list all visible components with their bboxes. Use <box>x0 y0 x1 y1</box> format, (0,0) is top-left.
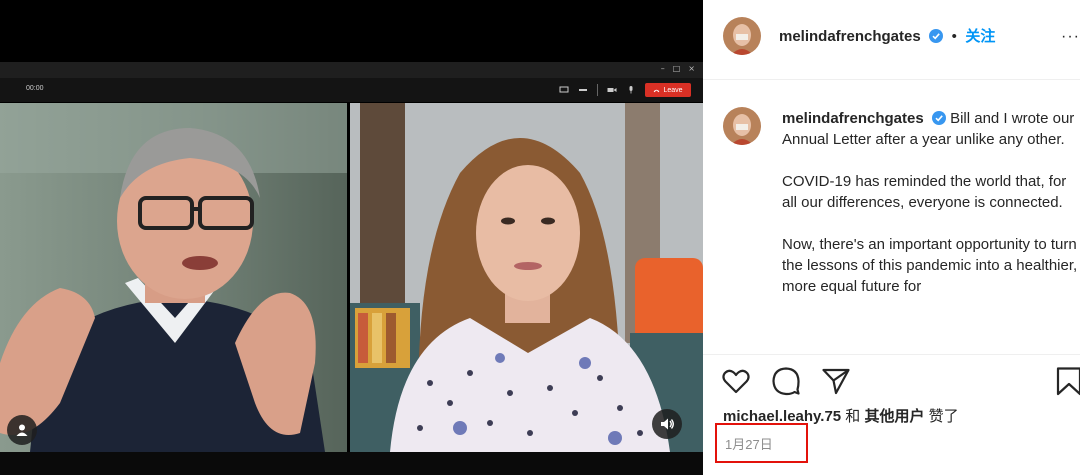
follow-button[interactable]: 关注 <box>965 28 995 45</box>
leave-button-label: Leave <box>663 86 683 94</box>
minimize-icon[interactable]: – <box>661 64 665 73</box>
close-icon[interactable]: × <box>688 64 695 73</box>
app-titlebar: – □ × <box>0 62 703 78</box>
header-user-line: melindafrenchgates • 关注 <box>779 25 995 46</box>
caption-paragraph-1: melindafrenchgates Bill and I wrote our … <box>782 108 1080 150</box>
actions-divider <box>703 354 1080 355</box>
toolbar-divider <box>597 84 598 96</box>
avatar-image <box>723 17 761 55</box>
likes-connector: 和 <box>845 408 861 425</box>
header-username[interactable]: melindafrenchgates <box>779 28 921 45</box>
video-participant-right <box>350 103 703 452</box>
more-options-icon[interactable]: ··· <box>1061 28 1080 46</box>
heart-icon[interactable] <box>721 366 751 396</box>
verified-badge-icon <box>931 111 946 125</box>
video-call-window: – □ × 00:00 Leave <box>0 0 703 475</box>
audio-button[interactable] <box>652 409 682 439</box>
avatar-image <box>723 107 761 145</box>
avatar[interactable] <box>723 17 761 55</box>
participant-left-image <box>0 103 347 452</box>
post-header: melindafrenchgates • 关注 ··· <box>703 0 1080 80</box>
leave-button[interactable]: Leave <box>645 83 691 97</box>
action-bar <box>721 366 851 396</box>
caption-paragraph-3: Now, there's an important opportunity to… <box>782 236 1078 295</box>
user-icon <box>16 424 28 436</box>
participant-menu-button[interactable] <box>7 415 37 445</box>
window-controls: – □ × <box>661 64 695 73</box>
header-separator: • <box>951 28 957 45</box>
likes-suffix: 赞了 <box>928 408 959 425</box>
comment-icon[interactable] <box>771 366 801 396</box>
caption-paragraph-2: COVID-19 has reminded the world that, fo… <box>782 173 1067 211</box>
video-bottom-bar <box>0 452 703 475</box>
share-icon[interactable] <box>821 366 851 396</box>
maximize-icon[interactable]: □ <box>673 64 681 73</box>
call-tool-icons: Leave <box>559 83 691 97</box>
call-toolbar: 00:00 Leave <box>0 78 703 102</box>
call-timer: 00:00 <box>26 85 44 92</box>
bookmark-icon[interactable] <box>1055 366 1080 396</box>
likes-others[interactable]: 其他用户 <box>864 408 924 425</box>
caption-avatar[interactable] <box>723 107 761 145</box>
instagram-post-panel: melindafrenchgates • 关注 ··· melindafrenc… <box>703 0 1080 475</box>
date-highlight-box: 1月27日 <box>715 423 808 463</box>
post-caption: melindafrenchgates Bill and I wrote our … <box>782 108 1080 318</box>
microphone-icon[interactable] <box>626 85 636 95</box>
camera-icon[interactable] <box>607 85 617 95</box>
video-participant-left <box>0 103 347 452</box>
phone-hangup-icon <box>654 89 660 92</box>
participant-right-image <box>350 103 703 452</box>
screenshot: – □ × 00:00 Leave melindafrenchgates • 关… <box>0 0 1080 475</box>
more-options-icon[interactable] <box>578 85 588 95</box>
caption-username[interactable]: melindafrenchgates <box>782 110 924 127</box>
chat-icon[interactable] <box>559 85 569 95</box>
verified-badge-icon <box>929 29 944 43</box>
speaker-icon <box>661 418 674 430</box>
post-date[interactable]: 1月27日 <box>725 434 773 453</box>
